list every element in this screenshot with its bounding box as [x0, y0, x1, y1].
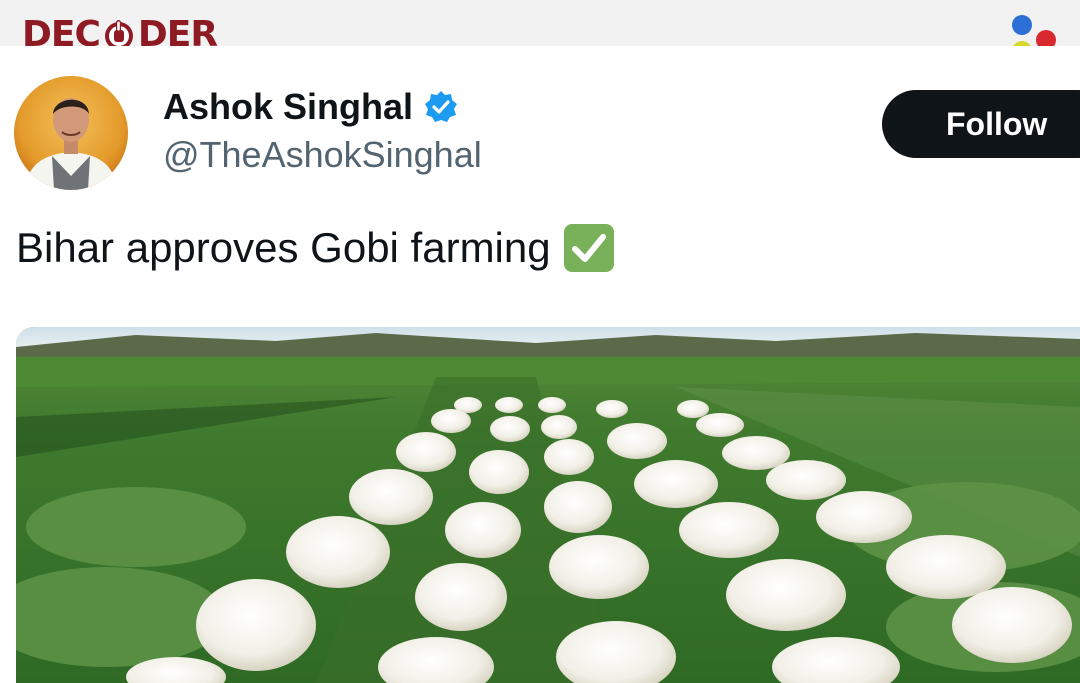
author-handle[interactable]: @TheAshokSinghal [163, 134, 482, 176]
cauliflower-field-photo [16, 327, 1080, 683]
tweet-text: Bihar approves Gobi farming [16, 224, 551, 271]
profile-photo [14, 76, 128, 190]
author-name-row[interactable]: Ashok Singhal [163, 86, 459, 128]
verified-badge-icon [425, 91, 458, 122]
tweet-media-image[interactable] [16, 327, 1080, 683]
follow-button[interactable]: Follow [882, 90, 1080, 158]
tweet-text-row: Bihar approves Gobi farming [16, 222, 615, 274]
avatar[interactable] [14, 76, 128, 190]
check-mark-button-emoji [563, 224, 614, 272]
author-name[interactable]: Ashok Singhal [163, 86, 413, 128]
